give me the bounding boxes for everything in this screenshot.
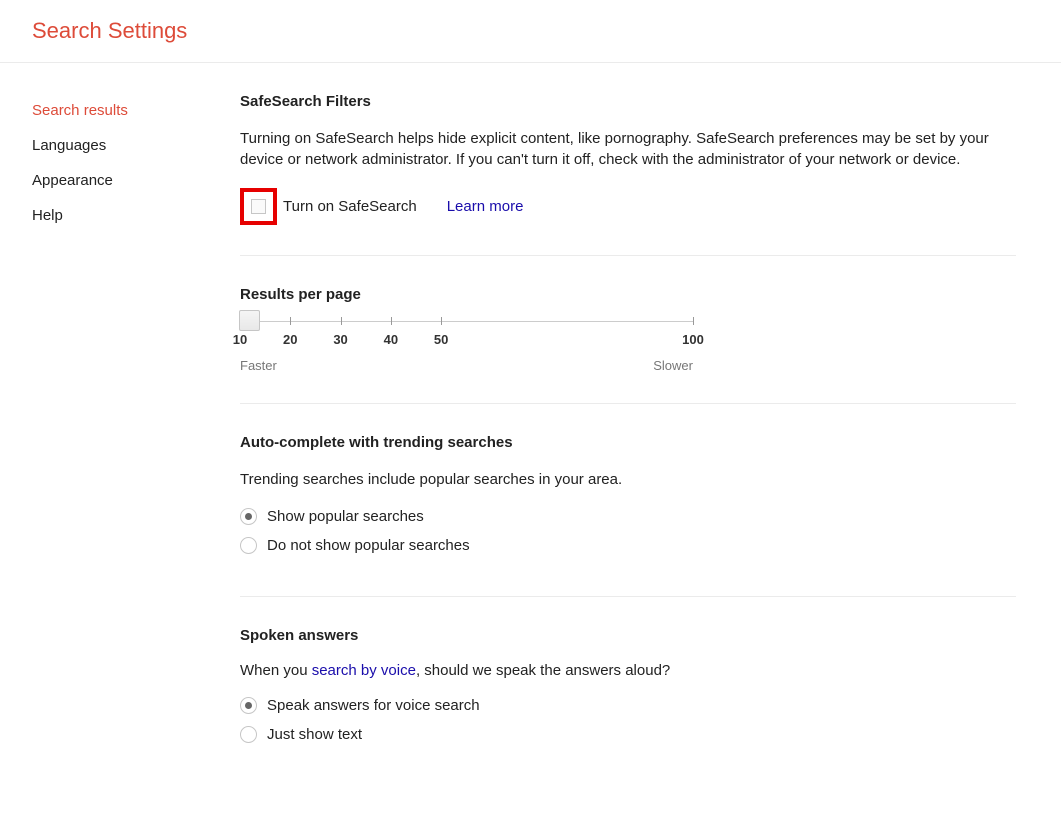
autocomplete-option-show[interactable]: Show popular searches bbox=[240, 508, 1016, 525]
spoken-desc-prefix: When you bbox=[240, 662, 312, 679]
spoken-desc-suffix: , should we speak the answers aloud? bbox=[416, 662, 670, 679]
spoken-option-text[interactable]: Just show text bbox=[240, 726, 1016, 743]
radio-speak-answers-label: Speak answers for voice search bbox=[267, 697, 480, 714]
section-results-per-page: Results per page 10 20 30 40 50 bbox=[240, 286, 1016, 404]
slider-tick-10: 10 bbox=[233, 332, 247, 347]
slider-slower-label: Slower bbox=[653, 358, 693, 373]
slider-handle[interactable] bbox=[239, 310, 260, 331]
section-spoken: Spoken answers When you search by voice,… bbox=[240, 627, 1016, 785]
radio-just-text-label: Just show text bbox=[267, 726, 362, 743]
safesearch-checkbox-label: Turn on SafeSearch bbox=[283, 198, 417, 215]
slider-tick-30: 30 bbox=[333, 332, 347, 347]
slider-track bbox=[240, 321, 693, 322]
spoken-description: When you search by voice, should we spea… bbox=[240, 662, 1016, 679]
radio-hide-popular-label: Do not show popular searches bbox=[267, 537, 470, 554]
autocomplete-title: Auto-complete with trending searches bbox=[240, 434, 1016, 451]
safesearch-title: SafeSearch Filters bbox=[240, 93, 1016, 110]
safesearch-highlight bbox=[240, 188, 277, 225]
page-title: Search Settings bbox=[32, 18, 1061, 44]
results-slider[interactable]: 10 20 30 40 50 100 Faster Slower bbox=[240, 321, 693, 373]
slider-tick-100: 100 bbox=[682, 332, 704, 347]
slider-tick-20: 20 bbox=[283, 332, 297, 347]
sidebar: Search results Languages Appearance Help bbox=[0, 93, 206, 785]
slider-tick-40: 40 bbox=[384, 332, 398, 347]
main-content: SafeSearch Filters Turning on SafeSearch… bbox=[206, 93, 1038, 785]
safesearch-checkbox[interactable] bbox=[251, 199, 266, 214]
radio-speak-answers[interactable] bbox=[240, 697, 257, 714]
slider-tick-50: 50 bbox=[434, 332, 448, 347]
results-per-page-title: Results per page bbox=[240, 286, 1016, 303]
section-autocomplete: Auto-complete with trending searches Tre… bbox=[240, 434, 1016, 597]
sidebar-item-search-results[interactable]: Search results bbox=[32, 93, 206, 128]
autocomplete-description: Trending searches include popular search… bbox=[240, 469, 1016, 490]
sidebar-item-help[interactable]: Help bbox=[32, 198, 206, 233]
page-header: Search Settings bbox=[0, 0, 1061, 63]
safesearch-learn-more-link[interactable]: Learn more bbox=[447, 198, 524, 215]
slider-faster-label: Faster bbox=[240, 358, 277, 373]
radio-show-popular[interactable] bbox=[240, 508, 257, 525]
sidebar-item-appearance[interactable]: Appearance bbox=[32, 163, 206, 198]
safesearch-checkbox-row: Turn on SafeSearch Learn more bbox=[240, 188, 1016, 225]
radio-just-text[interactable] bbox=[240, 726, 257, 743]
spoken-option-speak[interactable]: Speak answers for voice search bbox=[240, 697, 1016, 714]
slider-hints: Faster Slower bbox=[240, 358, 693, 373]
radio-show-popular-label: Show popular searches bbox=[267, 508, 424, 525]
autocomplete-option-hide[interactable]: Do not show popular searches bbox=[240, 537, 1016, 554]
spoken-title: Spoken answers bbox=[240, 627, 1016, 644]
section-safesearch: SafeSearch Filters Turning on SafeSearch… bbox=[240, 93, 1016, 256]
safesearch-description: Turning on SafeSearch helps hide explici… bbox=[240, 128, 1016, 170]
search-by-voice-link[interactable]: search by voice bbox=[312, 662, 416, 679]
sidebar-item-languages[interactable]: Languages bbox=[32, 128, 206, 163]
radio-hide-popular[interactable] bbox=[240, 537, 257, 554]
main-container: Search results Languages Appearance Help… bbox=[0, 63, 1061, 785]
